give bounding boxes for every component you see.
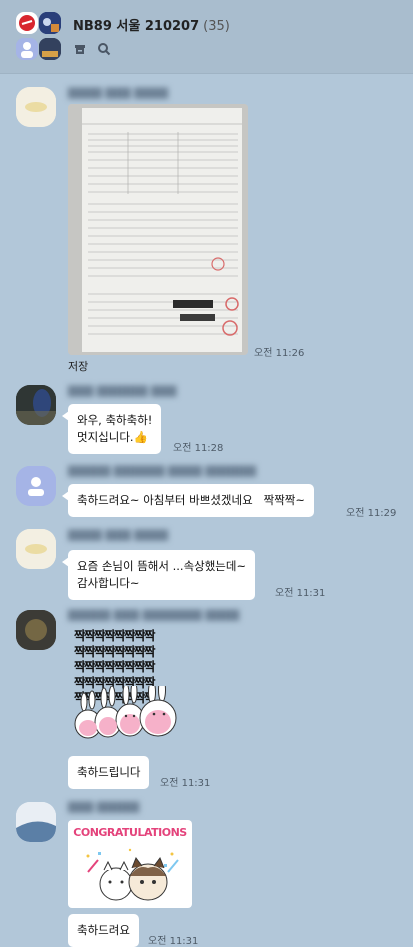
message-bubble: 와우, 축하축하! 멋지십니다.👍 [61, 404, 162, 454]
message-time: 오전 11:28 [173, 443, 224, 454]
bunny-illustration [74, 686, 177, 739]
message-time: 오전 11:26 [254, 348, 305, 359]
message-time: 오전 11:31 [160, 778, 211, 789]
sender-avatar[interactable] [16, 466, 56, 506]
congrats-sticker[interactable]: CONGRATULATIONS [68, 820, 192, 908]
sender-avatar[interactable] [16, 87, 56, 127]
sender-avatar[interactable] [16, 385, 56, 425]
sender-name: ▇▇▇ ▇▇▇▇▇ [68, 800, 140, 813]
search-icon[interactable] [97, 41, 111, 60]
chat-header: NB89 서울 210207 (35) [0, 0, 413, 74]
message-bubble: 요즘 손님이 뜸해서 ...속상했는데~ 감사합니다~ [61, 550, 256, 600]
sender-name: ▇▇▇▇ ▇▇▇ ▇▇▇▇ [68, 528, 169, 541]
chat-title-text: NB89 서울 210207 [73, 19, 200, 34]
member-avatar [39, 38, 61, 60]
save-link[interactable]: 저장 [68, 358, 88, 374]
sender-name: ▇▇▇▇ ▇▇▇ ▇▇▇▇ [68, 86, 169, 99]
sticker-text-line: 짝짝짝짝짝짝짝짝 [74, 628, 156, 643]
sender-avatar[interactable] [16, 529, 56, 569]
clap-sticker[interactable]: 짝짝짝짝짝짝짝짝 짝짝짝짝짝짝짝짝 짝짝짝짝짝짝짝짝 짝짝짝짝짝짝짝짝 짝짝짝짝… [74, 628, 186, 746]
contract-image[interactable] [68, 104, 248, 355]
sender-name: ▇▇▇▇▇ ▇▇▇▇▇▇ ▇▇▇▇ ▇▇▇▇▇▇ [68, 464, 257, 477]
message-bubble: 축하드려요 [68, 914, 139, 947]
message-time: 오전 11:31 [275, 588, 326, 599]
sender-name: ▇▇▇ ▇▇▇▇▇▇ ▇▇▇ [68, 384, 177, 397]
member-avatar [16, 12, 38, 34]
member-count: (35) [203, 19, 230, 34]
archive-icon[interactable] [73, 41, 87, 60]
member-avatar [39, 12, 61, 34]
member-avatar [16, 38, 38, 60]
message-time: 오전 11:29 [346, 508, 397, 519]
chat-title: NB89 서울 210207 (35) [73, 15, 230, 34]
message-time: 오전 11:31 [148, 936, 199, 947]
sender-avatar[interactable] [16, 610, 56, 650]
sticker-text-line: 짝짝짝짝짝짝짝짝 [74, 643, 156, 659]
cats-illustration [86, 848, 179, 901]
sender-name: ▇▇▇▇▇ ▇▇▇ ▇▇▇▇▇▇▇ ▇▇▇▇ [68, 608, 240, 621]
sticker-text-line: 짝짝짝짝짝짝짝짝 [74, 659, 156, 674]
group-avatar[interactable] [16, 12, 62, 62]
message-bubble: 축하드립니다 [68, 756, 150, 789]
sender-avatar[interactable] [16, 802, 56, 842]
message-bubble: 축하드려요~ 아침부터 바쁘셨겠네요 짝짝짝~ [62, 484, 314, 517]
